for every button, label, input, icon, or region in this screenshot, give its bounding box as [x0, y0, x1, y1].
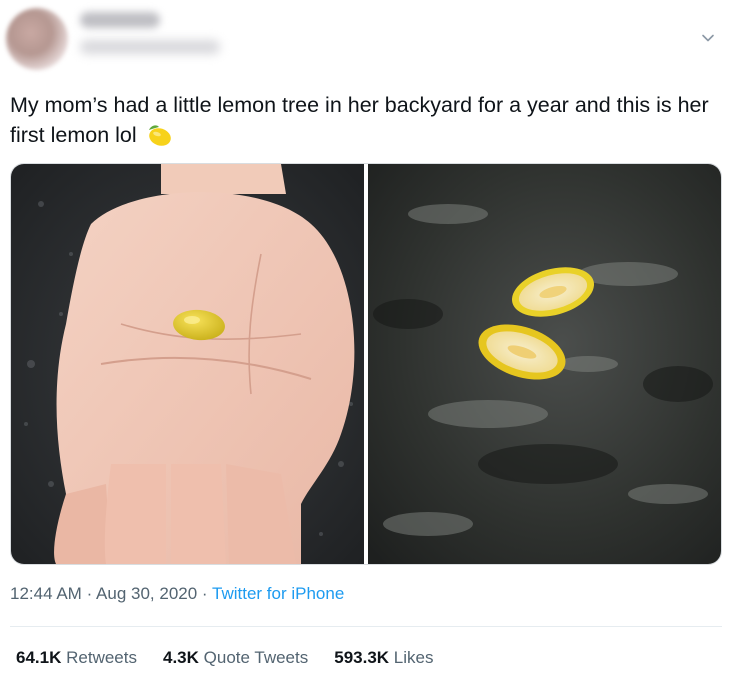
avatar[interactable] — [6, 8, 68, 70]
tweet-source-link[interactable]: Twitter for iPhone — [212, 584, 344, 603]
retweets-count: 64.1K — [16, 648, 62, 667]
tweet-date[interactable]: Aug 30, 2020 — [96, 584, 197, 603]
likes-count: 593.3K — [334, 648, 390, 667]
tweet-stats: 64.1K Retweets 4.3K Quote Tweets 593.3K … — [16, 648, 433, 668]
retweets-stat[interactable]: 64.1K Retweets — [16, 648, 137, 668]
lemon-icon — [143, 122, 173, 156]
photo-hand-with-lemon[interactable] — [11, 164, 364, 564]
meta-separator: · — [201, 584, 208, 603]
retweets-label: Retweets — [66, 648, 137, 667]
quotes-label: Quote Tweets — [203, 648, 309, 667]
tweet-text-content: My mom’s had a little lemon tree in her … — [10, 93, 709, 147]
likes-label: Likes — [393, 648, 434, 667]
more-options-chevron-down-icon[interactable] — [698, 28, 718, 48]
author-handle-redacted — [80, 40, 220, 54]
tweet-time[interactable]: 12:44 AM — [10, 584, 82, 603]
tweet-media[interactable] — [10, 163, 722, 565]
photo-lemon-halves[interactable] — [368, 164, 721, 564]
likes-stat[interactable]: 593.3K Likes — [334, 648, 433, 668]
divider — [10, 626, 722, 627]
tweet-metadata: 12:44 AM · Aug 30, 2020 · Twitter for iP… — [10, 584, 344, 604]
meta-separator: · — [86, 584, 93, 603]
quote-tweets-stat[interactable]: 4.3K Quote Tweets — [163, 648, 308, 668]
tweet-header — [0, 0, 730, 80]
author-name-redacted[interactable] — [80, 12, 160, 28]
quotes-count: 4.3K — [162, 648, 199, 667]
tweet-text: My mom’s had a little lemon tree in her … — [10, 90, 722, 156]
